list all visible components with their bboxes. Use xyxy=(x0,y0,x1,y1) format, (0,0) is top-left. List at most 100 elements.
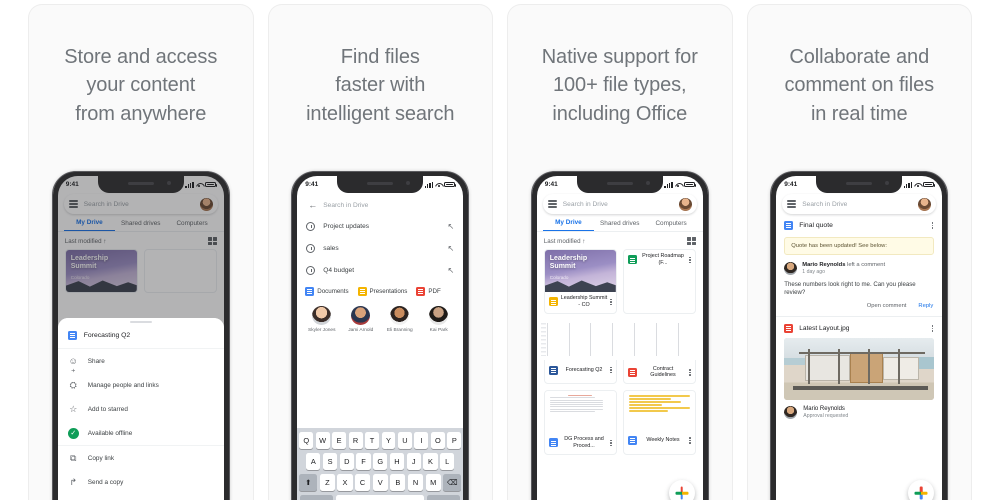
avatar[interactable] xyxy=(678,197,692,211)
menu-item-send-a-copy[interactable]: ↱ Send a copy xyxy=(58,470,224,494)
search-input[interactable]: Search in Drive xyxy=(802,201,912,208)
chip-label: PDF xyxy=(428,288,441,295)
chip-presentations[interactable]: Presentations xyxy=(357,287,407,296)
phone-mockup-1: 9:41 Search in Drive My Drive Shared dri… xyxy=(52,171,229,500)
word-file-icon xyxy=(548,365,558,375)
avatar[interactable] xyxy=(918,197,932,211)
filter-chips: Documents Presentations PDF xyxy=(297,281,463,300)
key-g[interactable]: G xyxy=(373,453,388,470)
more-options-icon[interactable] xyxy=(689,437,692,444)
key-s[interactable]: S xyxy=(322,453,338,470)
key-u[interactable]: U xyxy=(397,432,412,449)
tab-computers[interactable]: Computers xyxy=(645,220,696,231)
chip-documents[interactable]: Documents xyxy=(305,287,349,296)
panel-1-headline: Store and access your content from anywh… xyxy=(64,46,218,125)
menu-item-open-in[interactable]: ↗ Open in xyxy=(58,494,224,500)
link-copy-icon: ⧉ xyxy=(70,452,77,463)
file-thumbnail: Leadership Summit Colorado xyxy=(544,250,616,292)
back-arrow-icon[interactable]: ← xyxy=(308,200,317,210)
key-t[interactable]: T xyxy=(365,432,379,449)
file-card[interactable]: Weekly Notes xyxy=(622,390,696,455)
more-options-icon[interactable] xyxy=(610,366,613,374)
quote-highlight: Quote has been updated! See below: xyxy=(784,237,935,255)
arrow-northwest-icon[interactable]: ↖ xyxy=(448,244,455,253)
menu-icon[interactable] xyxy=(787,200,797,208)
chip-pdf[interactable]: PDF xyxy=(416,287,441,296)
image-preview[interactable] xyxy=(784,338,935,401)
status-time: 9:41 xyxy=(65,181,79,188)
more-options-icon[interactable] xyxy=(689,369,692,376)
image-card-header[interactable]: Latest Layout.jpg xyxy=(776,317,942,338)
activity-doc-header[interactable]: Final quote xyxy=(776,214,942,235)
key-f[interactable]: F xyxy=(356,453,371,470)
key-b[interactable]: B xyxy=(390,474,406,491)
more-options-icon[interactable] xyxy=(610,439,613,446)
backspace-key[interactable]: ⌫ xyxy=(443,474,462,491)
key-z[interactable]: Z xyxy=(319,474,335,491)
key-h[interactable]: H xyxy=(389,453,405,470)
shift-key[interactable]: ⬆ xyxy=(299,474,318,491)
file-card[interactable]: DG Process and Proced... xyxy=(543,390,617,455)
arrow-northwest-icon[interactable]: ↖ xyxy=(448,266,455,275)
key-n[interactable]: N xyxy=(407,474,424,491)
key-q[interactable]: Q xyxy=(299,432,314,449)
key-r[interactable]: R xyxy=(348,432,363,449)
drag-handle[interactable] xyxy=(129,321,152,323)
key-p[interactable]: P xyxy=(447,432,462,449)
arrow-northwest-icon[interactable]: ↖ xyxy=(448,222,455,231)
key-x[interactable]: X xyxy=(337,474,353,491)
tab-my-drive[interactable]: My Drive xyxy=(542,219,595,231)
key-y[interactable]: Y xyxy=(381,432,396,449)
menu-icon[interactable] xyxy=(547,200,557,208)
search-input[interactable]: Search in Drive xyxy=(563,201,673,208)
file-card-footer: Project Roadmap (F... xyxy=(624,250,695,271)
tab-shared-drives[interactable]: Shared drives xyxy=(594,220,645,231)
more-options-icon[interactable] xyxy=(931,222,935,229)
file-card[interactable]: Project Roadmap (F... xyxy=(536,249,703,360)
search-bar-4[interactable]: Search in Drive xyxy=(782,194,937,214)
key-l[interactable]: L xyxy=(440,453,455,470)
keyboard-row-1: Q W E R T Y U I O P xyxy=(299,432,462,449)
person-item[interactable]: Skyler Jones xyxy=(307,306,337,333)
key-k[interactable]: K xyxy=(423,453,438,470)
menu-item-copy-link[interactable]: ⧉ Copy link xyxy=(57,445,224,470)
person-item[interactable]: Kai Park xyxy=(424,306,454,333)
menu-item-add-to-starred[interactable]: ☆ Add to starred xyxy=(58,397,224,421)
go-key[interactable]: Go xyxy=(427,495,461,500)
avatar xyxy=(351,306,371,325)
open-comment-button[interactable]: Open comment xyxy=(867,303,907,309)
search-bar-2[interactable]: ← Search in Drive xyxy=(303,195,458,215)
suggestion-item[interactable]: Q4 budget ↖ xyxy=(297,259,463,281)
reply-button[interactable]: Reply xyxy=(918,303,933,309)
grid-view-icon[interactable] xyxy=(686,237,696,245)
menu-item-manage-people[interactable]: ⛭ Manage people and links xyxy=(58,373,224,397)
more-options-icon[interactable] xyxy=(610,298,613,305)
key-m[interactable]: M xyxy=(425,474,441,491)
sort-label[interactable]: Last modified ↑ xyxy=(544,238,586,245)
search-bar-3[interactable]: Search in Drive xyxy=(542,194,697,214)
key-d[interactable]: D xyxy=(339,453,354,470)
suggestion-item[interactable]: sales ↖ xyxy=(297,237,463,259)
numeric-key[interactable]: 123 xyxy=(300,495,334,500)
create-new-fab[interactable] xyxy=(668,480,695,500)
more-options-icon[interactable] xyxy=(689,256,692,263)
space-key[interactable]: space xyxy=(336,495,425,500)
key-o[interactable]: O xyxy=(430,432,445,449)
person-item[interactable]: Eli Branning xyxy=(385,306,415,333)
search-input[interactable]: Search in Drive xyxy=(323,202,452,209)
key-i[interactable]: I xyxy=(414,432,429,449)
more-options-icon[interactable] xyxy=(931,325,935,332)
key-j[interactable]: J xyxy=(406,453,421,470)
person-item[interactable]: Jami Arnold xyxy=(346,306,376,333)
key-c[interactable]: C xyxy=(355,474,371,491)
key-v[interactable]: V xyxy=(372,474,388,491)
suggestion-item[interactable]: Project updates ↖ xyxy=(297,215,463,237)
file-card-footer: Weekly Notes xyxy=(624,433,695,449)
file-card[interactable]: Leadership Summit Colorado Leadership Su… xyxy=(543,249,617,314)
key-e[interactable]: E xyxy=(332,432,347,449)
key-a[interactable]: A xyxy=(306,453,321,470)
menu-item-share[interactable]: ☺⁺ Share xyxy=(58,349,224,377)
menu-item-available-offline[interactable]: ✓ Available offline xyxy=(58,421,224,445)
create-new-fab[interactable] xyxy=(908,480,935,500)
key-w[interactable]: W xyxy=(315,432,330,449)
